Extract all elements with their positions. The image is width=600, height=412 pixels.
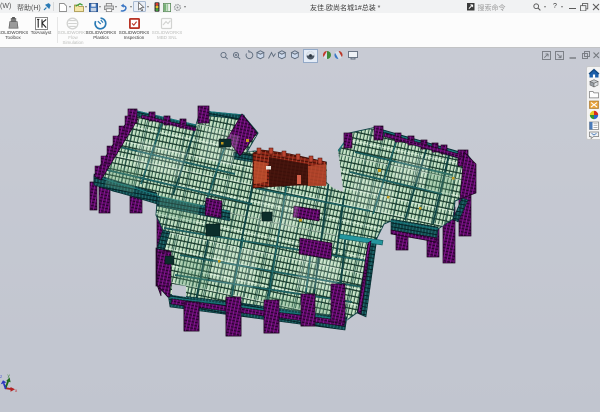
svg-text:z: z bbox=[0, 374, 3, 379]
svg-text:y: y bbox=[8, 373, 11, 378]
svg-text:x: x bbox=[15, 388, 18, 393]
